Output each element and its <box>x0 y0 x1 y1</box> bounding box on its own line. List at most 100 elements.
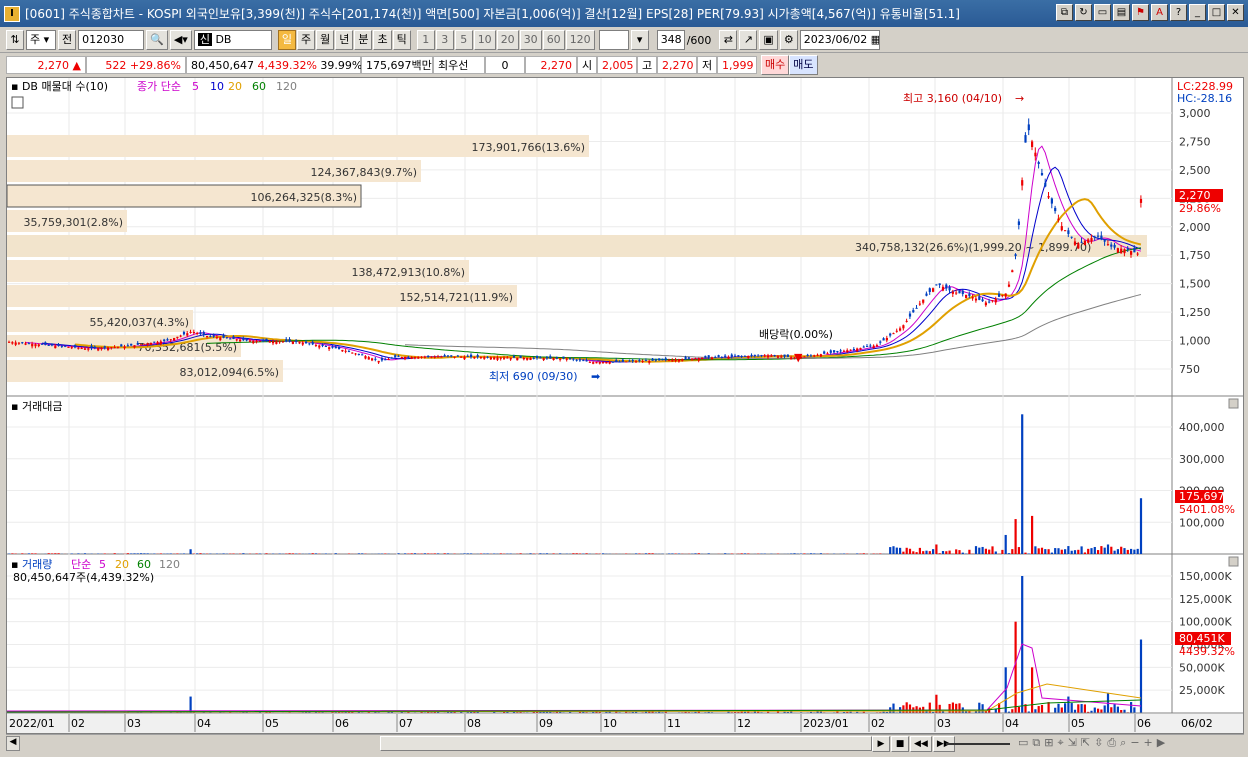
period-button-3[interactable]: 년 <box>335 30 354 50</box>
candle <box>951 291 954 294</box>
candle <box>842 350 846 352</box>
layout3-icon[interactable]: ⊞ <box>1044 736 1053 750</box>
price-y-tick: 2,500 <box>1179 164 1211 177</box>
stop-icon[interactable]: ■ <box>891 736 909 752</box>
candle <box>212 335 215 337</box>
print-icon[interactable]: ⎙ <box>1107 736 1116 750</box>
interval-button-0[interactable]: 1 <box>416 30 435 50</box>
period-button[interactable]: 전 <box>58 30 77 50</box>
amount-bar <box>1064 549 1067 554</box>
sell-button[interactable]: 매도 <box>789 55 818 75</box>
maximize-button[interactable]: □ <box>1208 4 1225 21</box>
save-icon[interactable]: ▤ <box>1113 4 1130 21</box>
period-button-5[interactable]: 초 <box>373 30 392 50</box>
fit2-icon[interactable]: ⇱ <box>1081 736 1090 750</box>
amount-bar <box>1047 549 1050 554</box>
close-button[interactable]: ✕ <box>1227 4 1244 21</box>
first-icon[interactable]: ◀◀ <box>910 736 932 752</box>
candle <box>60 345 63 347</box>
amount-bar <box>1021 414 1024 554</box>
flag-icon[interactable]: ⚑ <box>1132 4 1149 21</box>
interval-button-4[interactable]: 20 <box>496 30 519 50</box>
close-amount-panel-icon[interactable] <box>1228 398 1239 409</box>
fit3-icon[interactable]: ⇳ <box>1094 736 1103 750</box>
interval-button-3[interactable]: 10 <box>473 30 496 50</box>
chart-type-icon[interactable]: ⇅ <box>6 30 24 50</box>
code-input[interactable]: 012030 <box>78 30 145 50</box>
chart-area[interactable]: 173,901,766(13.6%) 124,367,843(9.7%) 106,2… <box>6 77 1244 734</box>
gear-icon[interactable]: ⚙ <box>779 30 798 50</box>
market-select[interactable]: 주 ▾ <box>26 30 56 50</box>
interval-button-6[interactable]: 60 <box>542 30 565 50</box>
font-icon[interactable]: A <box>1151 4 1168 21</box>
candle <box>833 350 836 353</box>
volume-bar <box>1064 703 1067 713</box>
layout1-icon[interactable]: ▭ <box>1018 736 1028 750</box>
scroll-right-icon[interactable]: ▶ <box>1157 736 1165 750</box>
interval-button-5[interactable]: 30 <box>519 30 542 50</box>
table-icon[interactable] <box>11 96 24 109</box>
stock-name-field[interactable]: 신 DB <box>193 30 272 50</box>
candle <box>371 358 374 361</box>
candle <box>1067 230 1070 234</box>
window-title: [0601] 주식종합차트 - KOSPI 외국인보유[3,399(천)] 주식… <box>25 7 960 21</box>
amount-bar <box>288 553 291 554</box>
scroll-thumb[interactable] <box>380 736 872 751</box>
period-button-6[interactable]: 틱 <box>392 30 411 50</box>
search-icon[interactable]: 🔍 <box>146 30 168 50</box>
interval-dropdown[interactable]: ▾ <box>630 30 649 50</box>
interval-button-7[interactable]: 120 <box>565 30 595 50</box>
code-value: 012030 <box>82 33 125 46</box>
date-input[interactable]: 2023/06/02 ▦ <box>799 30 880 50</box>
fit1-icon[interactable]: ⇲ <box>1068 736 1077 750</box>
x-tick-label: 06 <box>1137 717 1151 730</box>
zoom-icon[interactable]: ⌕ <box>1120 736 1126 750</box>
count-input[interactable]: 348 <box>656 30 685 50</box>
layout2-icon[interactable]: ⧉ <box>1032 736 1040 750</box>
candle <box>1024 135 1027 143</box>
candle <box>674 359 677 362</box>
period-button-2[interactable]: 월 <box>316 30 335 50</box>
link-icon[interactable]: ⧉ <box>1056 4 1073 21</box>
period-button-1[interactable]: 주 <box>296 30 316 50</box>
volume-bar <box>1113 704 1116 713</box>
period-button-0[interactable]: 일 <box>277 30 296 50</box>
screen-icon[interactable]: ▭ <box>1094 4 1111 21</box>
candle <box>605 361 608 364</box>
change-pct: +29.86% <box>129 59 181 72</box>
stock-chart[interactable]: 173,901,766(13.6%) 124,367,843(9.7%) 106,2… <box>6 78 1243 733</box>
amount-bar <box>404 553 407 554</box>
play-icon[interactable]: ▶ <box>872 736 890 752</box>
buy-button[interactable]: 매수 <box>761 55 790 75</box>
low-arrow-icon: ➡ <box>591 370 600 383</box>
candle <box>866 346 869 348</box>
interval-input[interactable] <box>598 30 629 50</box>
disk-icon[interactable]: ▣ <box>759 30 778 50</box>
line-tool-icon[interactable]: ↗ <box>739 30 758 50</box>
refresh-icon[interactable]: ↻ <box>1075 4 1092 21</box>
zoom-out-icon[interactable]: − <box>1130 736 1139 750</box>
zoom-in-icon[interactable]: + <box>1144 736 1153 750</box>
amount-bar <box>1110 546 1113 554</box>
crosshair-icon[interactable]: ⌖ <box>1057 736 1063 750</box>
interval-button-2[interactable]: 5 <box>454 30 473 50</box>
close-volume-panel-icon[interactable] <box>1228 556 1239 567</box>
amount-bar <box>361 553 364 554</box>
amount-bar <box>189 549 192 554</box>
amount-bar <box>707 553 710 554</box>
candle <box>1044 182 1047 187</box>
amount-bar <box>1100 546 1103 554</box>
speaker-icon[interactable]: ◀▾ <box>169 30 192 50</box>
scroll-left-button[interactable]: ◀ <box>6 736 20 751</box>
period-button-4[interactable]: 분 <box>354 30 373 50</box>
help-icon[interactable]: ? <box>1170 4 1187 21</box>
amount-bar <box>539 553 542 554</box>
chart-tool-icon[interactable]: ⇄ <box>719 30 738 50</box>
candle <box>994 298 997 303</box>
candle <box>70 347 73 349</box>
zoom-slider[interactable] <box>946 743 1010 745</box>
interval-button-1[interactable]: 3 <box>435 30 454 50</box>
amount-bar <box>1040 547 1044 554</box>
minimize-button[interactable]: _ <box>1189 4 1206 21</box>
volume-bar <box>1011 709 1014 713</box>
